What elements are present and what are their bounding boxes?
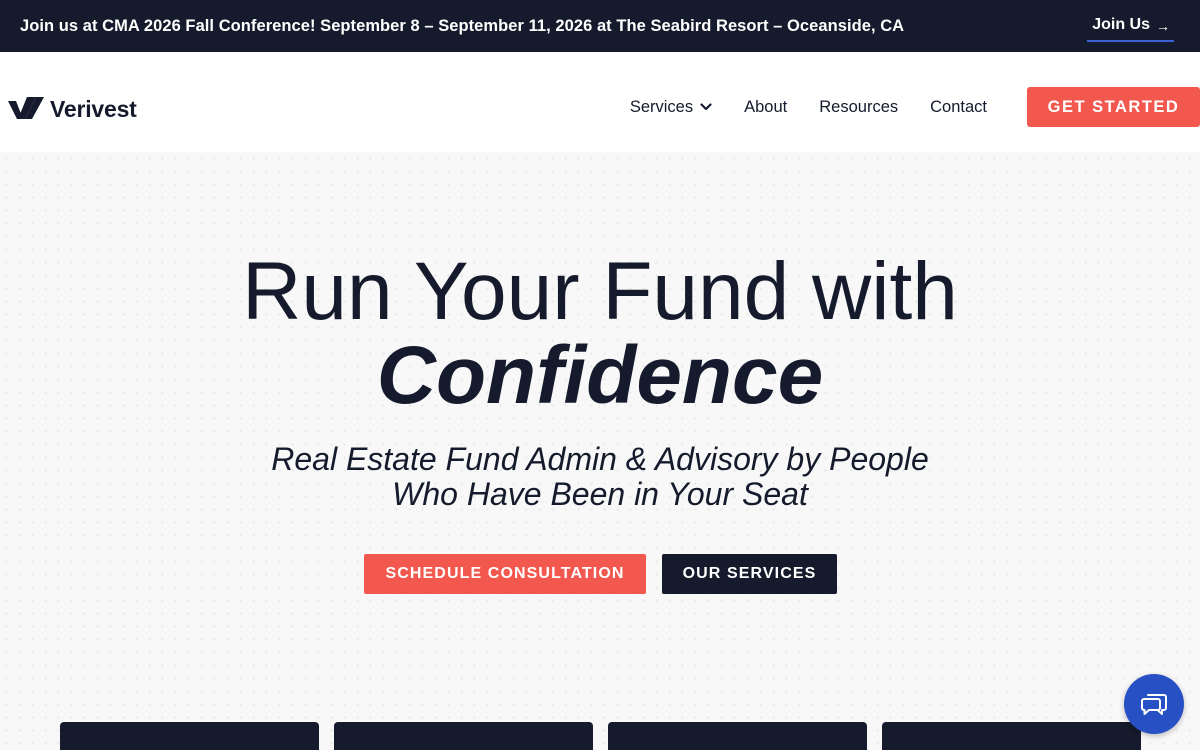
announcement-bar: Join us at CMA 2026 Fall Conference! Sep… <box>0 0 1200 52</box>
announcement-text: Join us at CMA 2026 Fall Conference! Sep… <box>20 16 905 35</box>
feature-cards <box>60 722 1141 750</box>
logo-text: Verivest <box>50 96 137 122</box>
join-us-link[interactable]: Join Us → <box>1087 16 1174 42</box>
nav-services-label: Services <box>629 98 694 116</box>
arrow-right-icon: → <box>1156 18 1170 34</box>
chat-widget-button[interactable] <box>1124 674 1184 734</box>
nav-resources[interactable]: Resources <box>819 96 898 118</box>
join-us-label: Join Us <box>1092 16 1150 33</box>
feature-card[interactable] <box>882 722 1141 750</box>
nav-contact[interactable]: Contact <box>930 96 987 118</box>
hero-section: Run Your Fund with Confidence Real Estat… <box>0 152 1200 750</box>
main-nav: Services About Resources Contact <box>630 96 987 118</box>
feature-card[interactable] <box>60 722 319 750</box>
schedule-consultation-button[interactable]: SCHEDULE CONSULTATION <box>364 554 646 594</box>
get-started-button[interactable]: GET STARTED <box>1027 87 1200 127</box>
hero-subtitle-line2: Who Have Been in Your Seat <box>392 476 808 512</box>
chat-bubbles-icon <box>1141 694 1167 715</box>
verivest-logo-icon <box>8 96 44 119</box>
our-services-button[interactable]: OUR SERVICES <box>662 554 837 594</box>
feature-card[interactable] <box>608 722 867 750</box>
nav-services[interactable]: Services <box>630 96 712 118</box>
feature-card[interactable] <box>334 722 593 750</box>
logo[interactable]: Verivest <box>8 96 137 123</box>
hero-subtitle-line1: Real Estate Fund Admin & Advisory by Peo… <box>271 441 929 477</box>
chevron-down-icon <box>700 103 712 111</box>
nav-about[interactable]: About <box>744 96 787 118</box>
hero-buttons: SCHEDULE CONSULTATION OUR SERVICES <box>364 554 837 594</box>
hero-title-line2: Confidence <box>376 330 824 421</box>
hero-title-line1: Run Your Fund with <box>242 246 958 337</box>
hero-title: Run Your Fund with Confidence <box>0 250 1200 418</box>
hero-subtitle: Real Estate Fund Admin & Advisory by Peo… <box>0 442 1200 512</box>
site-header: Verivest Services About Resources Contac… <box>0 52 1200 152</box>
